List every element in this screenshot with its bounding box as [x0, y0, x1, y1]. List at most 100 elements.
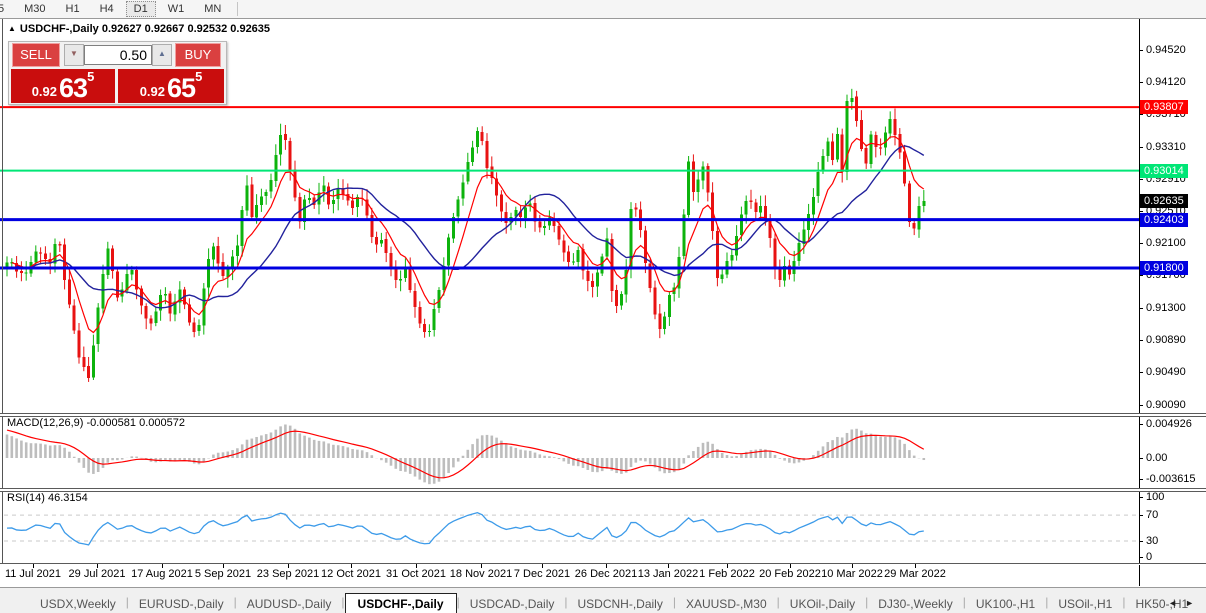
candle-body: [73, 305, 76, 330]
chart-tab-usdchf-daily[interactable]: USDCHF-,Daily: [345, 593, 457, 613]
chart-tab-eurusd-daily[interactable]: EURUSD-,Daily: [129, 594, 234, 613]
chart-ohlc-header: ▲USDCHF-,Daily 0.92627 0.92667 0.92532 0…: [8, 23, 270, 35]
buy-price-prefix: 0.92: [140, 83, 165, 101]
date-label: 31 Oct 2021: [386, 568, 446, 580]
price-tick-0.90490: 0.90490: [1146, 366, 1186, 378]
candle-body: [884, 132, 887, 147]
candle-body: [874, 135, 877, 147]
date-label: 12 Oct 2021: [321, 568, 381, 580]
chart-tab-ukoil-daily[interactable]: UKOil-,Daily: [780, 594, 865, 613]
chart-tab-dj30-weekly[interactable]: DJ30-,Weekly: [868, 594, 962, 613]
tab-scroll-left-icon[interactable]: ◄: [1168, 598, 1185, 608]
candle-body: [274, 155, 277, 181]
panel-splitter-rsi[interactable]: [0, 488, 1206, 492]
timeframe-h4[interactable]: H4: [92, 1, 122, 17]
date-label: 7 Dec 2021: [514, 568, 570, 580]
candle-body: [279, 135, 282, 155]
candle-body: [154, 312, 157, 324]
macd-indicator-label: MACD(12,26,9) -0.000581 0.000572: [7, 417, 185, 429]
candle-body: [284, 134, 287, 140]
tab-scroll-right-icon[interactable]: ►: [1185, 598, 1202, 608]
mt-terminal: 5M30H1H4D1W1MN ▲USDCHF-,Daily 0.92627 0.…: [0, 0, 1206, 613]
candle-body: [817, 172, 820, 196]
chart-tab-uk100-h1[interactable]: UK100-,H1: [966, 594, 1045, 613]
chart-window: ▲USDCHF-,Daily 0.92627 0.92667 0.92532 0…: [0, 19, 1206, 586]
candle-body: [692, 161, 695, 192]
chart-tab-usdx-weekly[interactable]: USDX,Weekly: [30, 594, 126, 613]
axis-tick-mark: [1139, 515, 1143, 516]
chart-tab-usdcad-daily[interactable]: USDCAD-,Daily: [460, 594, 565, 613]
chart-tab-strip: USDX,Weekly|EURUSD-,Daily|AUDUSD-,Daily|…: [30, 592, 1198, 613]
candle-body: [562, 241, 565, 253]
price-tick-0.94120: 0.94120: [1146, 76, 1186, 88]
chart-tab-usoil-h1[interactable]: USOil-,H1: [1048, 594, 1122, 613]
rsi-tick-0: 0: [1146, 551, 1152, 563]
timeframe-toolbar: 5M30 H1H4D1W1MN: [0, 0, 1206, 19]
price-tick-0.93310: 0.93310: [1146, 141, 1186, 153]
buy-price-pip: 5: [195, 70, 202, 83]
candle-body: [865, 148, 868, 164]
candle-body: [654, 287, 657, 314]
candle-body: [294, 169, 297, 197]
candle-body: [462, 182, 465, 198]
volume-increase-button[interactable]: ▲: [152, 44, 172, 66]
candle-body: [399, 279, 402, 281]
buy-price-display[interactable]: 0.92 65 5: [118, 69, 224, 103]
candle-body: [390, 253, 393, 269]
axis-tick-mark: [1139, 424, 1143, 425]
axis-tick-mark: [1139, 179, 1143, 180]
candle-body: [375, 237, 378, 244]
timeframe-d1[interactable]: D1: [126, 1, 156, 17]
timeframe-5[interactable]: 5: [0, 1, 12, 17]
timeframe-w1[interactable]: W1: [160, 1, 193, 17]
sell-button[interactable]: SELL: [12, 43, 60, 67]
candle-body: [241, 210, 244, 246]
candle-body: [198, 325, 201, 331]
chart-tab-xauusd-m30[interactable]: XAUUSD-,M30: [676, 594, 777, 613]
price-tick-0.94520: 0.94520: [1146, 44, 1186, 56]
date-label: 29 Mar 2022: [884, 568, 946, 580]
buy-button[interactable]: BUY: [175, 43, 221, 67]
candle-body: [246, 185, 249, 210]
candle-body: [250, 184, 253, 216]
axis-tick-mark: [1139, 275, 1143, 276]
date-label: 5 Sep 2021: [195, 568, 251, 580]
axis-tick-mark: [1139, 50, 1143, 51]
candle-body: [601, 256, 604, 273]
date-label: 10 Mar 2022: [821, 568, 883, 580]
date-label: 18 Nov 2021: [450, 568, 512, 580]
price-tick-0.91300: 0.91300: [1146, 302, 1186, 314]
chart-tab-usdcnh-daily[interactable]: USDCNH-,Daily: [568, 594, 673, 613]
candle-body: [217, 246, 220, 264]
sell-price-big: 63: [59, 75, 87, 101]
sell-price-display[interactable]: 0.92 63 5: [11, 69, 115, 103]
candle-body: [476, 131, 479, 147]
candle-body: [212, 246, 215, 259]
candle-body: [150, 318, 153, 323]
chart-tab-audusd-daily[interactable]: AUDUSD-,Daily: [237, 594, 342, 613]
symbol-collapse-icon[interactable]: ▲: [8, 24, 16, 33]
date-axis[interactable]: 11 Jul 202129 Jul 202117 Aug 20215 Sep 2…: [0, 564, 1139, 586]
candle-body: [586, 271, 589, 281]
volume-decrease-button[interactable]: ▼: [64, 44, 84, 66]
buy-price-big: 65: [167, 75, 195, 101]
candle-body: [332, 200, 335, 204]
axis-tick-mark: [1139, 541, 1143, 542]
candle-body: [433, 309, 436, 330]
price-badge-0.93014: 0.93014: [1140, 164, 1188, 178]
axis-tick-mark: [1139, 405, 1143, 406]
timeframe-mn[interactable]: MN: [196, 1, 229, 17]
axis-tick-mark: [1139, 114, 1143, 115]
candle-body: [102, 274, 105, 308]
timeframe-m30[interactable]: M30: [16, 1, 53, 17]
candle-body: [826, 142, 829, 156]
sell-price-pip: 5: [87, 70, 94, 83]
timeframe-h1[interactable]: H1: [58, 1, 88, 17]
axis-tick-mark: [1139, 497, 1143, 498]
candle-body: [754, 202, 757, 212]
candle-body: [812, 197, 815, 215]
volume-input[interactable]: [84, 45, 152, 65]
candle-body: [894, 119, 897, 135]
candle-body: [428, 331, 431, 332]
tab-scroll-arrows[interactable]: ◄►: [1168, 598, 1202, 608]
